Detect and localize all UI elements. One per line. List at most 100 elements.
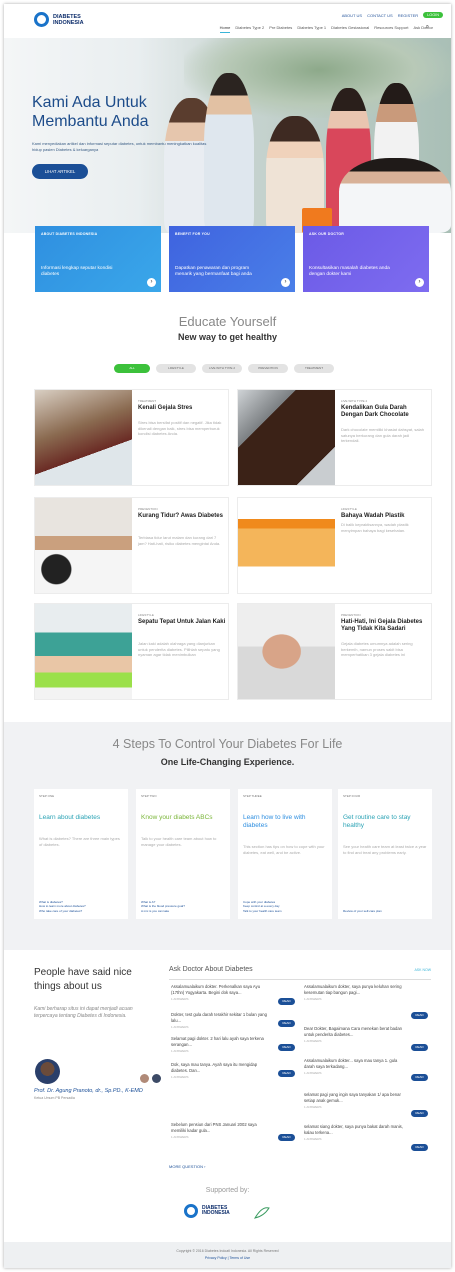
- read-button[interactable]: READ: [278, 1020, 295, 1027]
- article-image: [238, 604, 335, 699]
- read-button[interactable]: READ: [411, 1110, 428, 1117]
- step-links: Cope with your diabetes Keep control at …: [243, 900, 282, 914]
- card-ask-doctor[interactable]: ASK OUR DOCTOR Konsultasikan masalah dia…: [303, 226, 429, 292]
- question-item[interactable]: Assalamualaikum dokter... saya mau tanya…: [304, 1058, 428, 1081]
- card-about-diabetes[interactable]: ABOUT DIABETES INDONESIA Informasi lengk…: [35, 226, 161, 292]
- filter-all[interactable]: ALL: [114, 364, 150, 373]
- educate-title: Educate Yourself: [178, 314, 277, 329]
- article-card[interactable]: PREVENTION Kurang Tidur? Awas Diabetes T…: [34, 497, 229, 594]
- card-title: ASK OUR DOCTOR: [309, 232, 345, 236]
- filter-prevention[interactable]: PREVENTION: [248, 364, 288, 373]
- arrow-right-icon[interactable]: ›: [281, 278, 290, 287]
- question-meta: 1 ANSWERS: [171, 1049, 189, 1053]
- filter-live-with-type-2[interactable]: LIVE WITH TYPE 2: [202, 364, 242, 373]
- policy-links[interactable]: Privacy Policy | Terms of Use: [4, 1256, 451, 1260]
- step-link[interactable]: How to learn more about diabetes?: [39, 904, 86, 909]
- lihat-artikel-button[interactable]: LIHAT ARTIKEL: [32, 164, 88, 179]
- step-description: This section has tips on how to cope wit…: [243, 844, 325, 855]
- article-card[interactable]: LIVE WITH TYPE 2 Kendalikan Gula Darah D…: [237, 389, 432, 486]
- nav-resources-support[interactable]: Resources Support: [374, 25, 408, 33]
- leaf-icon: [253, 1207, 270, 1219]
- read-button[interactable]: READ: [411, 1144, 428, 1151]
- nav-home[interactable]: Home: [219, 25, 231, 33]
- article-category: PREVENTION: [341, 613, 361, 617]
- article-card[interactable]: PREVENTION Hati-Hati, Ini Gejala Diabete…: [237, 603, 432, 700]
- article-excerpt: Dark chocolate memiliki khasiat dahsyat,…: [341, 427, 424, 443]
- read-button[interactable]: READ: [411, 1012, 428, 1019]
- question-meta: 1 ANSWERS: [304, 1105, 322, 1109]
- article-card[interactable]: LIFESTYLE Sepatu Tepat Untuk Jalan Kaki …: [34, 603, 229, 700]
- nav-diabetes-gestasional[interactable]: Diabetes Gestasional: [331, 25, 369, 33]
- arrow-right-icon[interactable]: ›: [415, 278, 424, 287]
- article-category: TREATMENT: [138, 399, 157, 403]
- question-item[interactable]: Assalamualaikum dokter. Perkenalkan saya…: [171, 984, 295, 1005]
- step-link[interactable]: What is the blood pressure goal?: [141, 904, 185, 909]
- article-image: [35, 604, 132, 699]
- card-benefit[interactable]: BENEFIT FOR YOU Dapatkan penawaran dan p…: [169, 226, 295, 292]
- read-button[interactable]: READ: [411, 1074, 428, 1081]
- testimonial-nav-avatar[interactable]: [140, 1074, 149, 1083]
- step-card-four[interactable]: STEP FOUR Get routine care to stay healt…: [338, 789, 432, 919]
- question-text: Dokter, test gula darah terakhir sekitar…: [171, 1012, 267, 1023]
- question-item[interactable]: Sebelum pensiun dari PNS Januari 2002 sa…: [171, 1122, 295, 1141]
- nav-diabetes-type-2[interactable]: Diabetes Type 2: [235, 25, 264, 33]
- ask-now-link[interactable]: ASK NOW: [414, 968, 431, 972]
- filter-treatment[interactable]: TREATMENT: [294, 364, 334, 373]
- step-links: What is A? What is the blood pressure go…: [141, 900, 185, 914]
- nav-pre-diabetes[interactable]: Pre Diabetes: [269, 25, 292, 33]
- question-item[interactable]: Dok, saya mau tanya. Ayah saya itu mengi…: [171, 1062, 295, 1079]
- question-item[interactable]: Assalamualaikum dokter, saya punya keluh…: [304, 984, 428, 1019]
- testimonial-nav-avatar[interactable]: [152, 1074, 161, 1083]
- article-card[interactable]: TREATMENT Kenali Gejala Stres Stres bisa…: [34, 389, 229, 486]
- article-category: PREVENTION: [138, 507, 158, 511]
- article-excerpt: Gejala diabetes umumnya adalah sering be…: [341, 641, 413, 657]
- read-button[interactable]: READ: [278, 1134, 295, 1141]
- question-item[interactable]: Selamat pagi dokter. 2 hari lalu ayah sa…: [171, 1036, 295, 1053]
- step-card-two[interactable]: STEP TWO Know your diabets ABCs Talk to …: [136, 789, 230, 919]
- read-button[interactable]: READ: [411, 1044, 428, 1051]
- arrow-right-icon[interactable]: ›: [147, 278, 156, 287]
- card-description: Dapatkan penawaran dan program menarik y…: [175, 266, 252, 277]
- nav-diabetes-type-1[interactable]: Diabetes Type 1: [297, 25, 326, 33]
- card-title: ABOUT DIABETES INDONESIA: [41, 232, 98, 236]
- ask-doctor-title: Ask Doctor About Diabetes: [169, 966, 253, 973]
- step-links: What is diabetes? How to learn more abou…: [39, 900, 86, 914]
- step-card-three[interactable]: STEP THREE Learn how to live with diabet…: [238, 789, 332, 919]
- step-link[interactable]: Talk to your health care team: [243, 909, 282, 914]
- article-card[interactable]: LIFESTYLE Bahaya Wadah Plastik Di balik …: [237, 497, 432, 594]
- question-item[interactable]: selamat siang dokter, saya punya bakat d…: [304, 1124, 428, 1151]
- card-description: Konsultasikan masalah diabetes anda deng…: [309, 266, 390, 277]
- hero-person-6: [339, 158, 451, 233]
- testimonials-title: People have said nice things about us: [34, 967, 132, 992]
- article-excerpt: Terbiasa tidur larut malam dan kurang da…: [138, 535, 221, 546]
- question-item[interactable]: selamat pagi yang ingin saya tanyakan 1/…: [304, 1092, 428, 1117]
- site-logo[interactable]: DIABETES INDONESIA: [34, 12, 93, 27]
- step-title: Learn about diabetes: [39, 814, 101, 821]
- search-icon[interactable]: ⌕: [426, 24, 429, 31]
- step-link[interactable]: A mix is you can take: [141, 909, 185, 914]
- nav-ask-doctor[interactable]: Ask Doctor: [413, 25, 433, 33]
- step-label: STEP THREE: [243, 794, 262, 798]
- step-card-one[interactable]: STEP ONE Learn about diabetes What is di…: [34, 789, 128, 919]
- avatar: [35, 1059, 60, 1084]
- read-button[interactable]: READ: [278, 998, 295, 1005]
- supporter-logo-icon[interactable]: [252, 1204, 272, 1220]
- contact-us-link[interactable]: CONTACT US: [367, 13, 393, 18]
- step-link[interactable]: Who take care of your diabetes?: [39, 909, 86, 914]
- step-link[interactable]: Review of your self-care plan: [343, 909, 382, 914]
- read-button[interactable]: READ: [278, 1044, 295, 1051]
- article-filters: ALL LIFESTYLE LIVE WITH TYPE 2 PREVENTIO…: [114, 364, 334, 373]
- supporter-logo-text: DIABETES INDONESIA: [202, 1204, 230, 1216]
- about-us-link[interactable]: ABOUT US: [342, 13, 362, 18]
- read-button[interactable]: READ: [278, 1070, 295, 1077]
- step-link[interactable]: Keep control at a every day: [243, 904, 282, 909]
- supporter-logo-diabetes-indonesia[interactable]: DIABETES INDONESIA: [184, 1204, 242, 1218]
- logo-ring-icon: [34, 12, 49, 27]
- question-item[interactable]: Dear Dokter, Bagaimana Cara menekan bera…: [304, 1026, 428, 1051]
- question-meta: 1 ANSWERS: [171, 997, 189, 1001]
- register-link[interactable]: REGISTER: [398, 13, 418, 18]
- more-question-link[interactable]: MORE QUESTION ›: [169, 1164, 205, 1169]
- question-item[interactable]: Dokter, test gula darah terakhir sekitar…: [171, 1012, 295, 1029]
- filter-lifestyle[interactable]: LIFESTYLE: [156, 364, 196, 373]
- login-button[interactable]: LOGIN: [423, 12, 443, 18]
